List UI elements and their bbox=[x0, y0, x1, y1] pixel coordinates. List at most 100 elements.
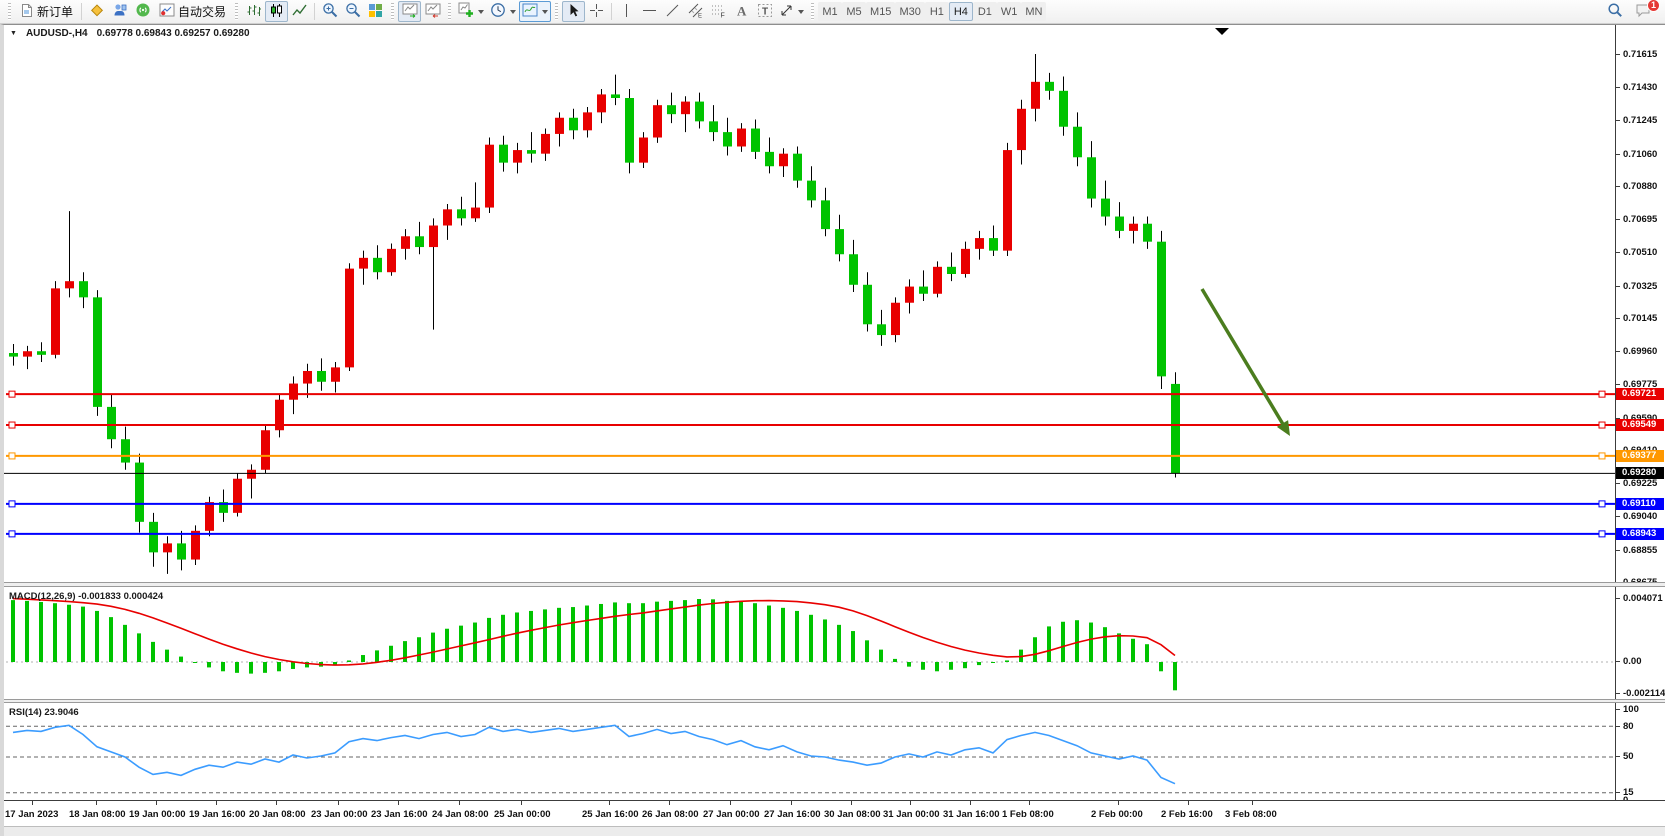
macd-histogram-bar bbox=[53, 603, 57, 662]
trendline-button[interactable] bbox=[661, 1, 684, 22]
fibonacci-button[interactable]: F bbox=[707, 1, 730, 22]
text-button[interactable]: A bbox=[730, 1, 753, 22]
chart-shift-marker[interactable] bbox=[1215, 28, 1229, 35]
horizontal-line-object[interactable] bbox=[6, 501, 1616, 507]
macd-histogram-bar bbox=[907, 662, 911, 667]
macd-canvas[interactable] bbox=[4, 587, 1616, 699]
price-line-badge: 0.69549 bbox=[1616, 419, 1664, 431]
macd-histogram-bar bbox=[39, 602, 43, 662]
profile-next-button[interactable] bbox=[421, 1, 444, 22]
chart-template-button[interactable] bbox=[519, 1, 551, 22]
add-indicator-button[interactable] bbox=[455, 1, 487, 22]
metaeditor-button[interactable] bbox=[108, 1, 131, 22]
clock-icon bbox=[490, 2, 506, 21]
timeframe-button-m1[interactable]: M1 bbox=[818, 2, 842, 21]
timeframe-button-mn[interactable]: MN bbox=[1021, 2, 1046, 21]
horizontal-line-object[interactable] bbox=[6, 531, 1616, 537]
horizontal-line-object[interactable] bbox=[6, 422, 1616, 428]
time-axis[interactable]: 17 Jan 202318 Jan 08:0019 Jan 00:0019 Ja… bbox=[4, 800, 1665, 826]
price-axis[interactable]: 0.716150.714300.712450.710600.708800.706… bbox=[1615, 25, 1665, 582]
price-axis-label: 0.71245 bbox=[1616, 115, 1657, 126]
zoom-out-button[interactable] bbox=[341, 1, 364, 22]
toolbar-grip bbox=[448, 3, 451, 20]
candle bbox=[667, 93, 676, 124]
auto-trading-button[interactable]: 自动交易 bbox=[154, 1, 231, 22]
vertical-line-button[interactable] bbox=[615, 1, 638, 22]
bar-chart-icon bbox=[246, 3, 261, 21]
timeframe-button-w1[interactable]: W1 bbox=[997, 2, 1022, 21]
macd-histogram-bar bbox=[1089, 623, 1093, 662]
macd-histogram-bar bbox=[207, 662, 211, 667]
timeframe-button-m30[interactable]: M30 bbox=[895, 2, 924, 21]
new-order-button[interactable]: 新订单 bbox=[15, 1, 78, 22]
price-axis-label: 0.69960 bbox=[1616, 346, 1657, 357]
profile-previous-button[interactable] bbox=[398, 1, 421, 22]
market-watch-button[interactable] bbox=[85, 1, 108, 22]
toolbar-grip bbox=[555, 3, 558, 20]
cursor-button[interactable] bbox=[562, 1, 585, 22]
time-axis-tick bbox=[791, 801, 792, 805]
candle bbox=[849, 240, 858, 292]
timeframe-button-d1[interactable]: D1 bbox=[973, 2, 997, 21]
equidistant-channel-button[interactable]: E bbox=[684, 1, 707, 22]
zoom-in-button[interactable] bbox=[318, 1, 341, 22]
horizontal-line-object[interactable] bbox=[6, 453, 1616, 459]
candle bbox=[499, 136, 508, 172]
rsi-line bbox=[13, 725, 1175, 783]
macd-histogram-bar bbox=[1103, 627, 1107, 662]
period-clock-button[interactable] bbox=[487, 1, 519, 22]
macd-histogram-bar bbox=[445, 629, 449, 662]
rsi-axis[interactable]: 1008050150 bbox=[1615, 703, 1665, 800]
candle bbox=[233, 473, 242, 516]
candle bbox=[863, 272, 872, 331]
tile-windows-button[interactable] bbox=[364, 1, 387, 22]
line-chart-button[interactable] bbox=[288, 1, 311, 22]
trend-arrow-annotation[interactable] bbox=[1202, 289, 1290, 436]
macd-histogram-bar bbox=[1033, 637, 1037, 662]
horizontal-line-icon bbox=[642, 3, 657, 21]
search-button[interactable] bbox=[1603, 1, 1626, 22]
time-axis-tick bbox=[338, 801, 339, 805]
horizontal-line-object[interactable] bbox=[6, 391, 1616, 397]
candle bbox=[471, 182, 480, 222]
macd-histogram-bar bbox=[249, 662, 253, 674]
rsi-axis-label: 50 bbox=[1616, 751, 1634, 762]
time-axis-label: 26 Jan 08:00 bbox=[642, 809, 699, 820]
candlestick-chart-button[interactable] bbox=[265, 1, 288, 22]
macd-histogram-bar bbox=[949, 662, 953, 670]
crosshair-button[interactable] bbox=[585, 1, 608, 22]
price-line-badge: 0.69721 bbox=[1616, 388, 1664, 400]
signals-button[interactable] bbox=[131, 1, 154, 22]
mt4-window: 新订单 自动交易 bbox=[0, 0, 1665, 836]
rsi-canvas[interactable] bbox=[4, 703, 1616, 800]
macd-signal-line bbox=[13, 599, 1175, 666]
candle bbox=[779, 148, 788, 177]
candle bbox=[919, 270, 928, 301]
timeframe-button-h4[interactable]: H4 bbox=[949, 2, 973, 21]
chart-dropdown-icon[interactable]: ▼ bbox=[10, 30, 17, 37]
macd-histogram-bar bbox=[1075, 620, 1079, 662]
macd-histogram-bar bbox=[571, 607, 575, 662]
macd-histogram-bar bbox=[347, 660, 351, 662]
timeframe-button-m15[interactable]: M15 bbox=[866, 2, 895, 21]
time-axis-label: 1 Feb 08:00 bbox=[1002, 809, 1054, 820]
price-chart-canvas[interactable] bbox=[4, 25, 1616, 582]
macd-histogram-bar bbox=[291, 662, 295, 669]
macd-axis[interactable]: 0.0040710.00-0.002114 bbox=[1615, 587, 1665, 699]
candlestick-chart-icon bbox=[269, 3, 284, 21]
macd-histogram-bar bbox=[767, 606, 771, 662]
arrows-shapes-button[interactable] bbox=[776, 1, 807, 22]
text-label-button[interactable]: T bbox=[753, 1, 776, 22]
timeframe-button-m5[interactable]: M5 bbox=[842, 2, 866, 21]
candle bbox=[1143, 217, 1152, 249]
chat-button[interactable]: 1 bbox=[1632, 1, 1655, 22]
dropdown-caret-icon bbox=[798, 10, 804, 14]
candle bbox=[569, 109, 578, 140]
timeframe-button-h1[interactable]: H1 bbox=[925, 2, 949, 21]
macd-histogram-bar bbox=[67, 605, 71, 662]
bar-chart-button[interactable] bbox=[242, 1, 265, 22]
dropdown-caret-icon bbox=[510, 10, 516, 14]
candle bbox=[555, 112, 564, 146]
horizontal-line-button[interactable] bbox=[638, 1, 661, 22]
svg-text:F: F bbox=[720, 12, 724, 18]
